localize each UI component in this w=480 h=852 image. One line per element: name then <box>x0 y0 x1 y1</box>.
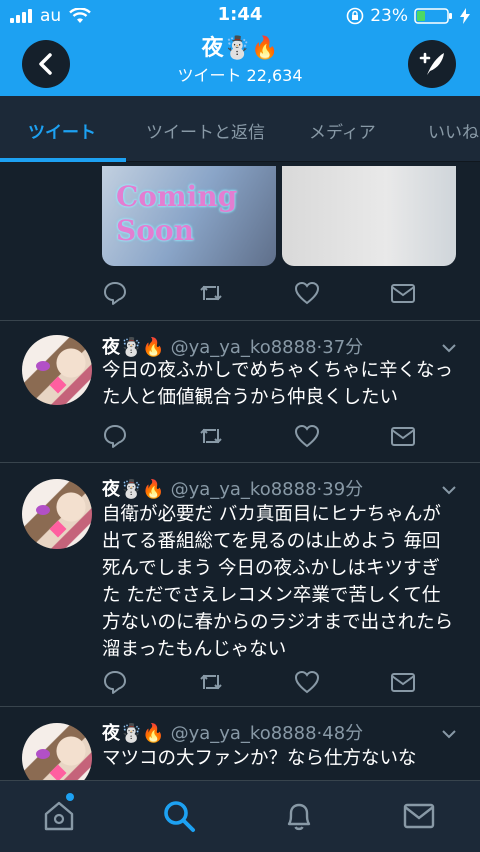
retweet-button[interactable] <box>198 280 224 306</box>
tweet-author-handle: @ya_ya_ko8888 <box>170 337 317 358</box>
tweet-text: 今日の夜ふかしでめちゃくちゃに辛くなった人と価値観合うから仲良くしたい <box>102 360 453 408</box>
tweet-text: マツコの大ファンか？なら仕方ないな <box>102 748 417 769</box>
mail-icon <box>391 673 415 692</box>
reply-icon <box>104 282 126 305</box>
orientation-lock-icon <box>346 7 364 25</box>
heart-icon <box>294 281 320 305</box>
battery-percent: 23% <box>370 6 408 26</box>
like-button[interactable] <box>294 423 320 449</box>
tweet-feed[interactable]: Coming Soon 夜☃️🔥 @ya_ya_ko8888·37分 今日の夜ふ… <box>0 162 480 780</box>
chevron-down-icon[interactable] <box>440 725 458 743</box>
mail-icon <box>403 803 435 829</box>
tweet-media-grid[interactable]: Coming Soon <box>102 166 456 266</box>
tweet-text: 自衛が必要だ バカ真面目にヒナちゃんが出てる番組総てを見るのは止めよう 毎回死ん… <box>102 504 454 660</box>
nav-search[interactable] <box>162 799 196 833</box>
direct-message-button[interactable] <box>390 423 416 449</box>
direct-message-button[interactable] <box>390 669 416 695</box>
tab-tweets-and-replies[interactable]: ツイートと返信 <box>146 118 265 143</box>
nav-notifications[interactable] <box>282 799 316 833</box>
tweet-photo[interactable]: Coming Soon <box>102 166 276 266</box>
mail-icon <box>391 427 415 446</box>
retweet-button[interactable] <box>198 423 224 449</box>
tweet-time: ·39分 <box>316 479 364 500</box>
tweet-author-name[interactable]: 夜☃️🔥 <box>102 723 165 744</box>
overlay-line-2: Soon <box>116 214 194 247</box>
like-button[interactable] <box>294 280 320 306</box>
search-icon <box>164 801 195 832</box>
reply-button[interactable] <box>102 669 128 695</box>
like-button[interactable] <box>294 669 320 695</box>
direct-message-button[interactable] <box>390 280 416 306</box>
tab-media[interactable]: メディア <box>309 118 376 143</box>
charging-icon <box>460 8 470 24</box>
avatar[interactable] <box>22 479 92 549</box>
tweet-author-name[interactable]: 夜☃️🔥 <box>102 337 165 358</box>
battery-icon <box>414 8 452 24</box>
bottom-nav <box>0 780 480 852</box>
tweet-photo[interactable] <box>282 166 456 266</box>
tweet-actions <box>102 423 422 453</box>
chevron-down-icon[interactable] <box>440 481 458 499</box>
tweet-actions <box>102 280 422 310</box>
avatar[interactable] <box>22 335 92 405</box>
compose-tweet-button[interactable] <box>408 40 456 88</box>
tweet-divider <box>0 320 480 321</box>
heart-icon <box>294 670 320 694</box>
status-bar: au 1:44 23% <box>0 0 480 32</box>
retweet-icon <box>200 285 222 301</box>
avatar[interactable] <box>22 723 92 780</box>
new-content-dot <box>66 793 74 801</box>
reply-icon <box>104 425 126 448</box>
compose-tweet-icon <box>419 52 444 75</box>
tweet-author-handle: @ya_ya_ko8888 <box>170 479 317 500</box>
tweet-actions <box>102 669 422 699</box>
chevron-down-icon[interactable] <box>440 339 458 357</box>
tweet-time: ·48分 <box>316 723 364 744</box>
tweet-author-name[interactable]: 夜☃️🔥 <box>102 479 165 500</box>
tab-tweets[interactable]: ツイート <box>28 118 96 143</box>
overlay-line-1: Coming <box>116 180 238 213</box>
tweet-header: 夜☃️🔥 @ya_ya_ko8888·48分 <box>102 719 363 745</box>
reply-button[interactable] <box>102 423 128 449</box>
photo-overlay-text: Coming Soon <box>116 180 237 248</box>
tab-likes[interactable]: いいね <box>428 118 479 143</box>
tweet-divider <box>0 462 480 463</box>
reply-icon <box>104 671 126 694</box>
bell-icon <box>287 803 311 831</box>
tweet-time: ·37分 <box>316 337 364 358</box>
retweet-icon <box>200 674 222 690</box>
profile-tabs: ツイート ツイートと返信 メディア いいね <box>0 96 480 162</box>
profile-header: au 1:44 23% 夜☃️🔥 ツイート 22,634 <box>0 0 480 96</box>
retweet-icon <box>200 428 222 444</box>
heart-icon <box>294 424 320 448</box>
tweet-header: 夜☃️🔥 @ya_ya_ko8888·39分 <box>102 475 363 501</box>
mail-icon <box>391 284 415 303</box>
reply-button[interactable] <box>102 280 128 306</box>
retweet-button[interactable] <box>198 669 224 695</box>
nav-home[interactable] <box>42 799 76 833</box>
tweet-divider <box>0 706 480 707</box>
home-icon <box>44 801 74 831</box>
nav-messages[interactable] <box>402 799 436 833</box>
tweet-author-handle: @ya_ya_ko8888 <box>170 723 317 744</box>
tweet-header: 夜☃️🔥 @ya_ya_ko8888·37分 <box>102 333 363 359</box>
